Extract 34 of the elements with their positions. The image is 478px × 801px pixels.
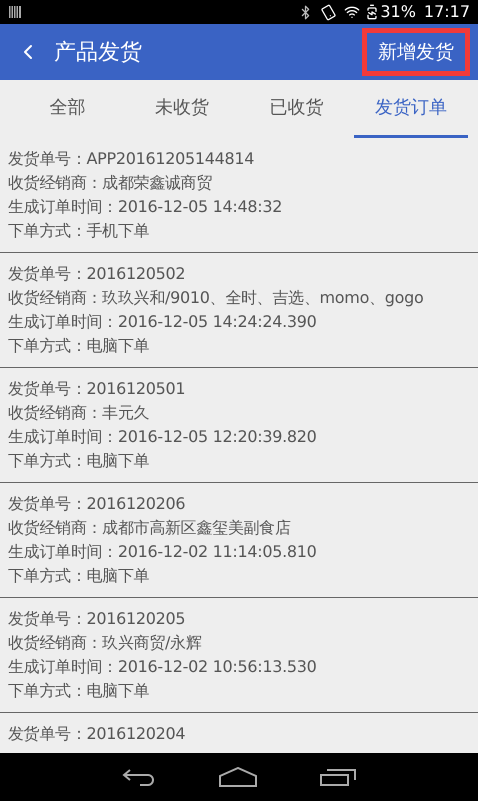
order-method: 下单方式：电脑下单 — [8, 565, 150, 587]
order-method: 下单方式：电脑下单 — [8, 680, 150, 702]
order-number: 发货单号：APP20161205144814 — [8, 148, 256, 170]
back-nav-icon[interactable] — [122, 768, 156, 786]
order-time: 生成订单时间：2016-12-02 11:14:05.810 — [8, 541, 318, 563]
tab[interactable]: 全部 — [10, 80, 124, 138]
dealer-name: 收货经销商：玖玖兴和/9010、全时、吉选、momo、gogo — [8, 287, 424, 309]
add-shipment-button[interactable]: 新增发货 — [362, 28, 470, 76]
order-time: 生成订单时间：2016-12-05 12:20:39.820 — [8, 426, 318, 448]
tab[interactable]: 已收货 — [239, 80, 354, 138]
order-number: 发货单号：2016120501 — [8, 378, 186, 400]
order-number: 发货单号：2016120502 — [8, 263, 186, 285]
dealer-name: 收货经销商：成都荣鑫诚商贸 — [8, 172, 214, 194]
tab[interactable]: 未收货 — [124, 80, 239, 138]
order-number: 发货单号：2016120204 — [8, 723, 186, 745]
dealer-name: 收货经销商：玖兴商贸/永辉 — [8, 632, 202, 654]
order-time: 生成订单时间：2016-12-02 10:56:13.530 — [8, 656, 318, 678]
order-time: 生成订单时间：2016-12-05 14:48:32 — [8, 196, 284, 218]
order-method: 下单方式：电脑下单 — [8, 335, 150, 357]
tab[interactable]: 发货订单 — [354, 80, 468, 138]
order-number: 发货单号：2016120205 — [8, 608, 186, 630]
home-icon[interactable] — [218, 767, 257, 787]
order-time: 生成订单时间：2016-12-05 14:24:24.390 — [8, 311, 318, 333]
wifi-icon — [344, 4, 360, 20]
order-method: 下单方式：电脑下单 — [8, 450, 150, 472]
dealer-name: 收货经销商：成都市高新区鑫玺美副食店 — [8, 517, 292, 539]
battery-percent: 31% — [380, 4, 416, 20]
order-number: 发货单号：2016120206 — [8, 493, 186, 515]
recent-apps-icon[interactable] — [320, 768, 356, 786]
notification-icon — [8, 5, 22, 19]
dealer-name: 收货经销商：丰元久 — [8, 402, 150, 424]
clock: 17:17 — [424, 4, 470, 20]
page-title: 产品发货 — [54, 38, 143, 66]
order-method: 下单方式：手机下单 — [8, 220, 150, 242]
